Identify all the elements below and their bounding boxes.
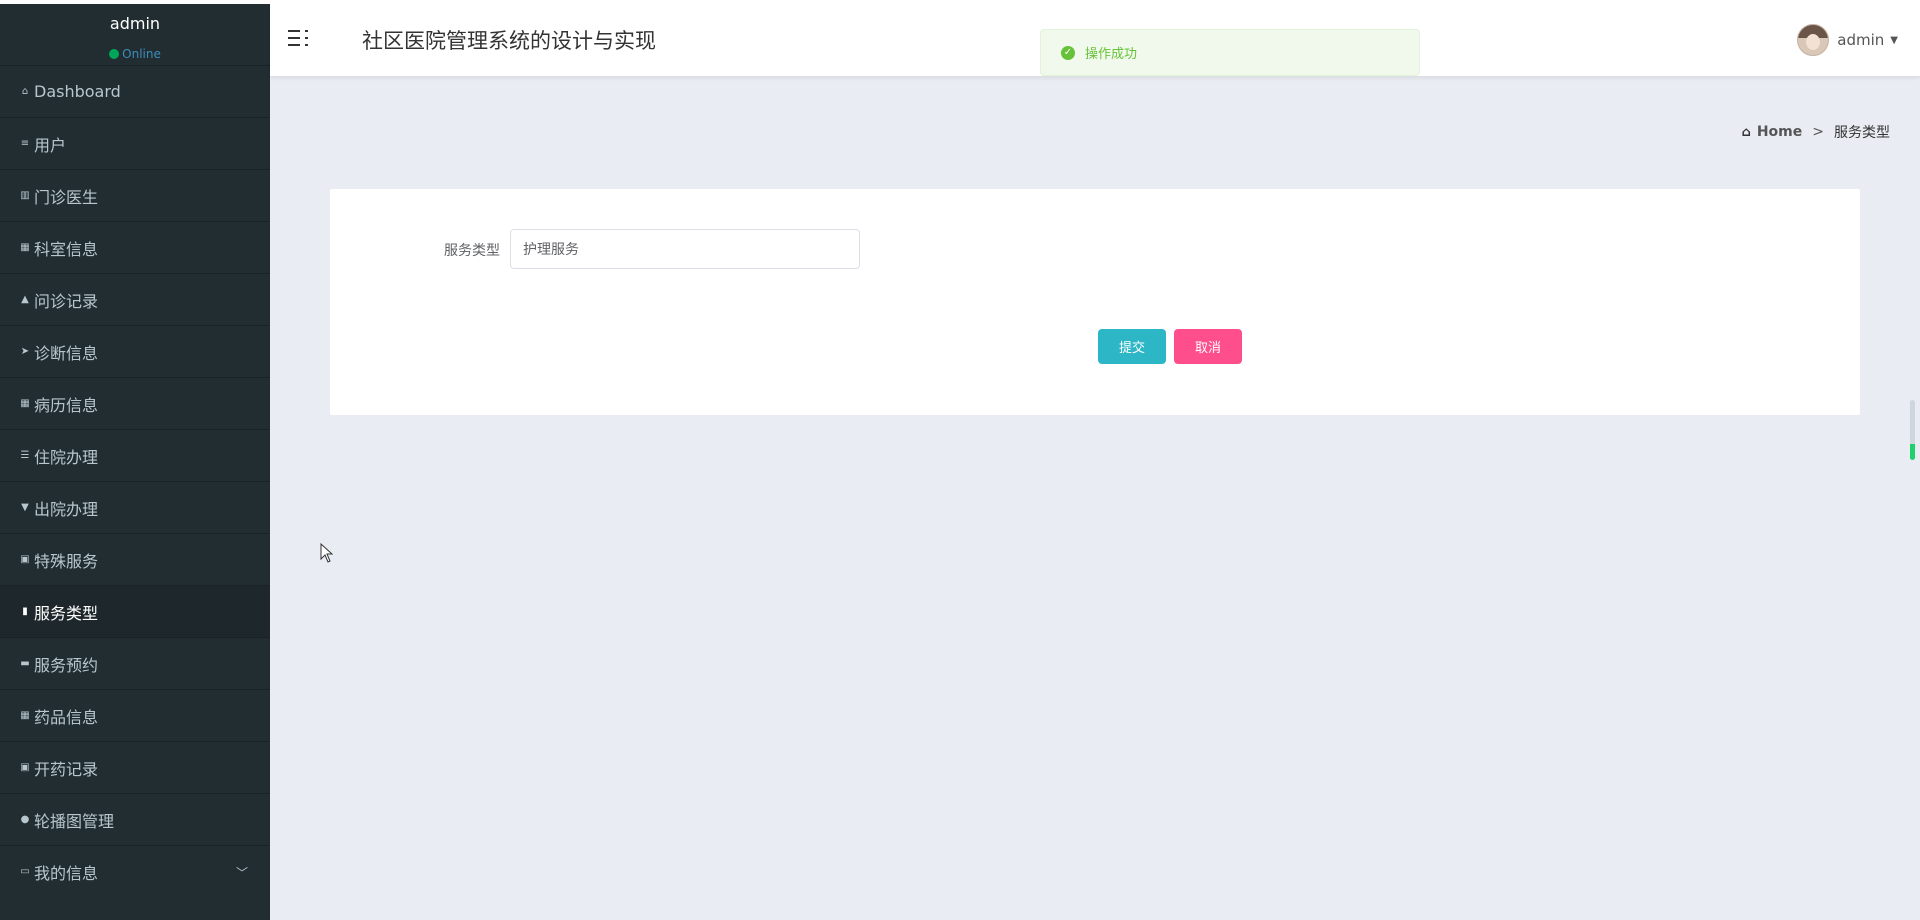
home-outline-icon: ⌂ xyxy=(21,86,29,97)
breadcrumb: ⌂ Home > 服务类型 xyxy=(1742,122,1890,142)
avatar xyxy=(1797,24,1830,56)
clipboard-list-icon: ▣ xyxy=(20,762,30,773)
grid-icon: ▦ xyxy=(20,242,30,253)
service-type-form-card: 服务类型 提交 取消 xyxy=(330,189,1860,415)
bar-chart-icon: ▮ xyxy=(22,606,28,617)
sidebar-item-label: 轮播图管理 xyxy=(34,811,115,831)
sidebar-item-label: 住院办理 xyxy=(34,447,99,467)
pin-icon: ▼ xyxy=(21,502,29,513)
dashboard-icon: ▦ xyxy=(20,398,30,409)
breadcrumb-separator: > xyxy=(1812,124,1824,140)
user-menu-dropdown[interactable]: admin ▼ xyxy=(1797,24,1898,56)
list-icon: ☰ xyxy=(20,450,30,461)
cancel-button[interactable]: 取消 xyxy=(1174,329,1242,364)
dashboard-icon: ▦ xyxy=(20,710,30,721)
breadcrumb-home-link[interactable]: ⌂ Home xyxy=(1742,124,1803,140)
chevron-down-icon: ﹀ xyxy=(235,866,248,880)
header-user-name: admin xyxy=(1837,31,1885,49)
sidebar-item-departments[interactable]: ▦ 科室信息 xyxy=(0,221,270,273)
sidebar-item-label: 门诊医生 xyxy=(34,187,99,207)
sidebar-item-label: 病历信息 xyxy=(34,395,99,415)
sidebar-item-label: 用户 xyxy=(34,135,67,155)
service-type-input[interactable] xyxy=(510,229,860,269)
sidebar-item-consultation-records[interactable]: ▲ 问诊记录 xyxy=(0,273,270,325)
menu-toggle-icon[interactable] xyxy=(288,28,310,48)
sidebar-item-label: 药品信息 xyxy=(34,707,99,727)
breadcrumb-current: 服务类型 xyxy=(1834,125,1890,141)
sidebar-item-medicine-info[interactable]: ▦ 药品信息 xyxy=(0,689,270,741)
id-card-icon: ▭ xyxy=(20,866,30,877)
sidebar-item-special-services[interactable]: ▣ 特殊服务 xyxy=(0,533,270,585)
sidebar-item-label: 特殊服务 xyxy=(34,551,99,571)
sidebar-item-label: 开药记录 xyxy=(34,759,99,779)
home-icon: ⌂ xyxy=(1741,124,1751,140)
user-panel: admin Online xyxy=(0,4,270,65)
scroll-indicator[interactable] xyxy=(1910,400,1915,460)
monitor-icon: ▬ xyxy=(20,658,30,669)
online-status-dot-icon xyxy=(109,49,120,59)
send-icon: ➤ xyxy=(20,346,30,357)
sidebar-item-label: 我的信息 xyxy=(34,863,99,883)
books-icon: ▥ xyxy=(20,190,30,201)
sidebar-item-label: 服务预约 xyxy=(34,655,99,675)
sidebar-item-my-info[interactable]: ▭ 我的信息 ﹀ xyxy=(0,845,270,897)
app-title: 社区医院管理系统的设计与实现 xyxy=(362,29,656,53)
thumbs-up-icon: ▲ xyxy=(21,294,29,305)
user-icon: ● xyxy=(20,814,30,825)
sidebar-item-label: 出院办理 xyxy=(34,499,99,519)
success-toast: ✓ 操作成功 xyxy=(1040,29,1420,76)
check-circle-icon: ✓ xyxy=(1061,45,1075,60)
sidebar: admin Online ⌂ Dashboard ≡ 用户 ▥ 门诊医生 ▦ 科… xyxy=(0,4,270,920)
sidebar-item-medical-records[interactable]: ▦ 病历信息 xyxy=(0,377,270,429)
user-status: Online xyxy=(0,47,270,61)
sidebar-item-prescription-records[interactable]: ▣ 开药记录 xyxy=(0,741,270,793)
sidebar-item-label: 诊断信息 xyxy=(34,343,99,363)
sidebar-item-label: 问诊记录 xyxy=(34,291,99,311)
top-header: 社区医院管理系统的设计与实现 ✓ 操作成功 admin ▼ xyxy=(270,4,1920,76)
sidebar-item-service-booking[interactable]: ▬ 服务预约 xyxy=(0,637,270,689)
sidebar-item-admission[interactable]: ☰ 住院办理 xyxy=(0,429,270,481)
sidebar-item-label: Dashboard xyxy=(34,82,121,101)
sidebar-item-dashboard[interactable]: ⌂ Dashboard xyxy=(0,65,270,117)
sidebar-item-discharge[interactable]: ▼ 出院办理 xyxy=(0,481,270,533)
sidebar-item-carousel-management[interactable]: ● 轮播图管理 xyxy=(0,793,270,845)
mouse-cursor-icon xyxy=(320,543,334,563)
sidebar-item-label: 科室信息 xyxy=(34,239,99,259)
sidebar-item-diagnosis[interactable]: ➤ 诊断信息 xyxy=(0,325,270,377)
toast-message: 操作成功 xyxy=(1085,47,1138,62)
chevron-down-icon: ▼ xyxy=(1890,34,1898,46)
service-type-label: 服务类型 xyxy=(444,243,500,259)
breadcrumb-home-label: Home xyxy=(1756,124,1803,140)
user-status-text: Online xyxy=(122,47,161,61)
sliders-icon: ≡ xyxy=(20,138,30,149)
sidebar-item-label: 服务类型 xyxy=(34,603,99,623)
sidebar-item-users[interactable]: ≡ 用户 xyxy=(0,117,270,169)
sidebar-item-outpatient-doctors[interactable]: ▥ 门诊医生 xyxy=(0,169,270,221)
sidebar-item-service-types[interactable]: ▮ 服务类型 xyxy=(0,585,270,637)
sidebar-user-name: admin xyxy=(109,14,161,33)
clipboard-icon: ▣ xyxy=(20,554,30,565)
submit-button[interactable]: 提交 xyxy=(1098,329,1166,364)
